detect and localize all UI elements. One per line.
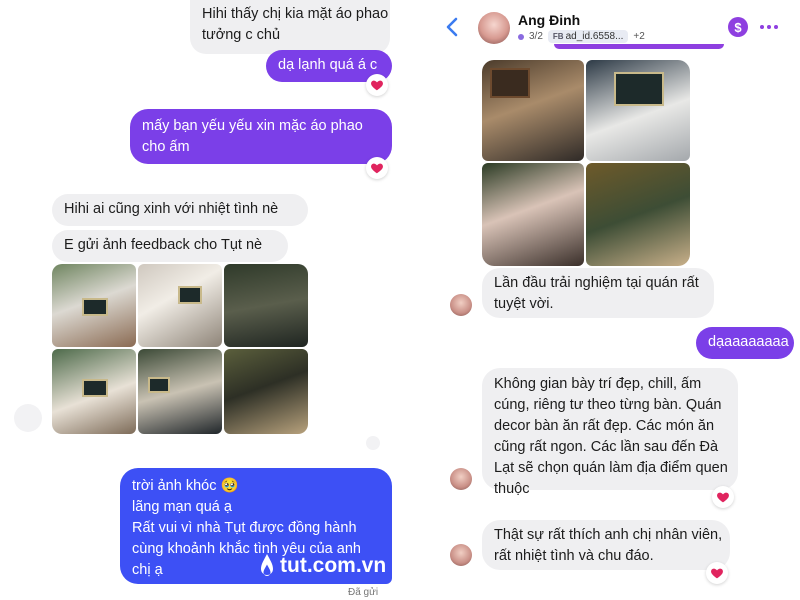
ad-id-chip[interactable]: FB ad_id.6558... xyxy=(547,30,629,43)
photo-thumbnail[interactable] xyxy=(224,264,308,347)
message-line: Lạt sẽ chọn quán làm địa điểm quen xyxy=(494,460,728,476)
photo-thumbnail[interactable] xyxy=(138,349,222,434)
message-line: E gửi ảnh feedback cho Tụt nè xyxy=(64,237,263,253)
contact-name[interactable]: Ang Đinh xyxy=(518,12,580,28)
message-bubble-incoming[interactable]: Không gian bày trí đẹp, chill, ấm cúng, … xyxy=(482,368,738,497)
decorative-circle xyxy=(14,404,42,432)
message-line: dạ lạnh quá á c xyxy=(278,57,378,73)
panel-divider xyxy=(410,0,434,600)
brand-logo-icon xyxy=(261,554,273,576)
photo-thumbnail[interactable] xyxy=(482,60,584,161)
message-line: lãng mạn quá ạ xyxy=(132,499,232,515)
heart-reaction[interactable] xyxy=(366,74,388,96)
message-line: dạaaaaaaaa xyxy=(708,334,789,350)
message-bubble-incoming[interactable]: E gửi ảnh feedback cho Tụt nè xyxy=(52,230,288,262)
message-bubble-incoming[interactable]: Thật sự rất thích anh chị nhân viên, rất… xyxy=(482,520,730,570)
message-line: decor bàn ăn rất đẹp. Các món ăn xyxy=(494,418,715,434)
message-bubble-outgoing[interactable]: dạaaaaaaaa xyxy=(696,327,794,359)
message-bubble-incoming[interactable]: Lần đầu trải nghiệm tại quán rất tuyệt v… xyxy=(482,268,714,318)
sender-avatar[interactable] xyxy=(450,468,472,490)
message-line: cũng rất ngon. Các lần sau đến Đà xyxy=(494,439,719,455)
dollar-icon[interactable]: $ xyxy=(728,17,748,37)
message-bubble-incoming[interactable]: Hihi ai cũng xinh với nhiệt tình nè xyxy=(52,194,308,226)
photo-thumbnail[interactable] xyxy=(138,264,222,347)
photo-thumbnail[interactable] xyxy=(586,163,690,266)
brand-watermark: tut.com.vn xyxy=(258,553,386,579)
fb-tag: FB xyxy=(552,32,564,41)
photo-thumbnail[interactable] xyxy=(52,264,136,347)
message-line: cúng, riêng tư theo từng bàn. Quán xyxy=(494,397,722,413)
left-conversation: Hihi thấy chị kia mặt áo phao tưởng c ch… xyxy=(0,0,410,600)
right-conversation: Lần đầu trải nghiệm tại quán rất tuyệt v… xyxy=(434,54,800,600)
status-dot xyxy=(518,33,524,40)
back-arrow-icon[interactable] xyxy=(442,16,464,38)
brand-text: tut.com.vn xyxy=(280,554,387,577)
message-line: tưởng c chủ xyxy=(202,27,281,43)
message-line: cho ấm xyxy=(142,139,190,155)
message-status: Đã gửi xyxy=(348,587,379,598)
heart-icon xyxy=(371,80,383,91)
message-line: Lần đầu trải nghiệm tại quán rất xyxy=(494,275,699,291)
message-line: Hihi thấy chị kia mặt áo phao xyxy=(202,6,389,22)
heart-icon xyxy=(371,163,383,174)
message-line: Rất vui vì nhà Tụt được đồng hành xyxy=(132,520,357,536)
message-line: Hihi ai cũng xinh với nhiệt tình nè xyxy=(64,201,279,217)
sender-avatar[interactable] xyxy=(450,294,472,316)
photo-grid xyxy=(482,60,690,266)
contact-avatar[interactable] xyxy=(478,12,510,44)
photo-thumbnail[interactable] xyxy=(586,60,690,161)
sender-avatar[interactable] xyxy=(450,544,472,566)
heart-reaction[interactable] xyxy=(712,486,734,508)
message-line: tuyệt vời. xyxy=(494,296,554,312)
photo-thumbnail[interactable] xyxy=(224,349,308,434)
message-line: Thật sự rất thích anh chị nhân viên, xyxy=(494,527,723,543)
message-line: trời ảnh khóc 🥹 xyxy=(132,478,239,494)
heart-icon xyxy=(717,492,729,503)
message-bubble-outgoing[interactable]: mấy bạn yếu yếu xin mặc áo phao cho ấm xyxy=(130,109,392,164)
heart-reaction[interactable] xyxy=(706,562,728,584)
message-line: Không gian bày trí đẹp, chill, ấm xyxy=(494,376,702,392)
extra-count[interactable]: +2 xyxy=(633,31,644,42)
message-line: mấy bạn yếu yếu xin mặc áo phao xyxy=(142,118,363,134)
photo-thumbnail[interactable] xyxy=(52,349,136,434)
message-bubble-incoming[interactable]: Hihi thấy chị kia mặt áo phao tưởng c ch… xyxy=(190,0,390,54)
ad-id-text: ad_id.6558... xyxy=(565,31,624,42)
header-accent-bar xyxy=(434,44,800,49)
photo-grid xyxy=(52,264,308,434)
heart-reaction[interactable] xyxy=(366,157,388,179)
label-count: 3/2 xyxy=(529,31,543,42)
decorative-circle xyxy=(366,436,380,450)
more-icon[interactable] xyxy=(760,25,778,29)
message-line: rất nhiệt tình và chu đáo. xyxy=(494,548,654,564)
heart-icon xyxy=(711,568,723,579)
message-line: thuộc xyxy=(494,481,530,497)
photo-thumbnail[interactable] xyxy=(482,163,584,266)
contact-subtitle: 3/2 FB ad_id.6558... +2 xyxy=(518,30,645,43)
